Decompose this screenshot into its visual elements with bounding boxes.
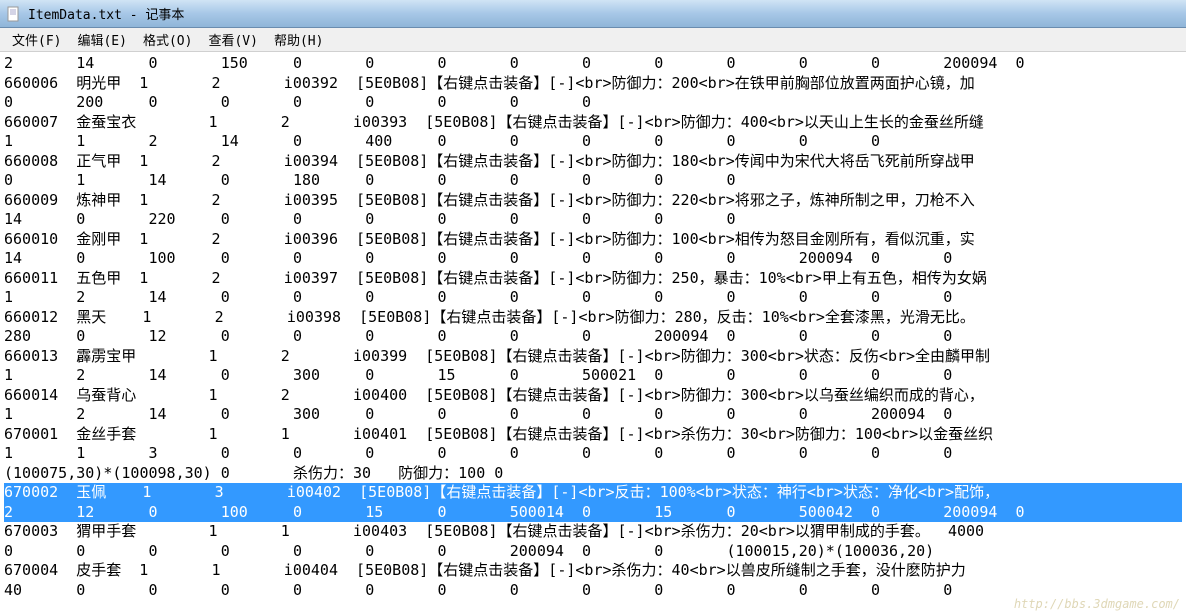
text-line: 660009 炼神甲 1 2 i00395 [5E0B08]【右键点击装备】[-… [4, 191, 1182, 211]
text-line: 660013 霹雳宝甲 1 2 i00399 [5E0B08]【右键点击装备】[… [4, 347, 1182, 367]
window-title: ItemData.txt - 记事本 [28, 4, 184, 23]
text-line: 670003 猬甲手套 1 1 i00403 [5E0B08]【右键点击装备】[… [4, 522, 1182, 542]
text-line-selected: 670002 玉佩 1 3 i00402 [5E0B08]【右键点击装备】[-]… [4, 483, 1182, 503]
text-line: 670004 皮手套 1 1 i00404 [5E0B08]【右键点击装备】[-… [4, 561, 1182, 581]
menu-file[interactable]: 文件(F) [4, 28, 69, 51]
notepad-icon [6, 6, 22, 22]
text-line: 660014 乌蚕背心 1 2 i00400 [5E0B08]【右键点击装备】[… [4, 386, 1182, 406]
text-line: 670001 金丝手套 1 1 i00401 [5E0B08]【右键点击装备】[… [4, 425, 1182, 445]
text-line: 660011 五色甲 1 2 i00397 [5E0B08]【右键点击装备】[-… [4, 269, 1182, 289]
watermark: http://bbs.3dmgame.com/ [1014, 597, 1180, 611]
text-line: 1 1 3 0 0 0 0 0 0 0 0 0 0 0 [4, 444, 1182, 464]
text-line: 660007 金蚕宝衣 1 2 i00393 [5E0B08]【右键点击装备】[… [4, 113, 1182, 133]
text-line: 280 0 12 0 0 0 0 0 0 200094 0 0 0 0 [4, 327, 1182, 347]
text-area[interactable]: 2 14 0 150 0 0 0 0 0 0 0 0 0 200094 0660… [0, 52, 1186, 602]
menu-edit[interactable]: 编辑(E) [69, 28, 134, 51]
text-line: 660012 黑天 1 2 i00398 [5E0B08]【右键点击装备】[-]… [4, 308, 1182, 328]
text-line: 660010 金刚甲 1 2 i00396 [5E0B08]【右键点击装备】[-… [4, 230, 1182, 250]
window-titlebar: ItemData.txt - 记事本 [0, 0, 1186, 28]
text-line: 0 1 14 0 180 0 0 0 0 0 0 [4, 171, 1182, 191]
text-line: 2 14 0 150 0 0 0 0 0 0 0 0 0 200094 0 [4, 54, 1182, 74]
text-line-selected: 2 12 0 100 0 15 0 500014 0 15 0 500042 0… [4, 503, 1182, 523]
menu-help[interactable]: 帮助(H) [266, 28, 331, 51]
text-line: 40 0 0 0 0 0 0 0 0 0 0 0 0 0 [4, 581, 1182, 601]
text-line: 14 0 100 0 0 0 0 0 0 0 0 200094 0 0 [4, 249, 1182, 269]
text-line: 1 2 14 0 300 0 15 0 500021 0 0 0 0 0 [4, 366, 1182, 386]
text-line: 1 2 14 0 300 0 0 0 0 0 0 0 200094 0 [4, 405, 1182, 425]
text-line: 0 0 0 0 0 0 0 200094 0 0 (100015,20)*(10… [4, 542, 1182, 562]
menu-format[interactable]: 格式(O) [135, 28, 200, 51]
menu-view[interactable]: 查看(V) [200, 28, 265, 51]
text-line: 1 1 2 14 0 400 0 0 0 0 0 0 0 [4, 132, 1182, 152]
text-line: 1 2 14 0 0 0 0 0 0 0 0 0 0 0 [4, 288, 1182, 308]
text-line: 14 0 220 0 0 0 0 0 0 0 0 [4, 210, 1182, 230]
text-line: 660006 明光甲 1 2 i00392 [5E0B08]【右键点击装备】[-… [4, 74, 1182, 94]
text-line: 660008 正气甲 1 2 i00394 [5E0B08]【右键点击装备】[-… [4, 152, 1182, 172]
text-line: (100075,30)*(100098,30) 0 杀伤力：30 防御力：100… [4, 464, 1182, 484]
menubar: 文件(F) 编辑(E) 格式(O) 查看(V) 帮助(H) [0, 28, 1186, 52]
text-line: 0 200 0 0 0 0 0 0 0 [4, 93, 1182, 113]
